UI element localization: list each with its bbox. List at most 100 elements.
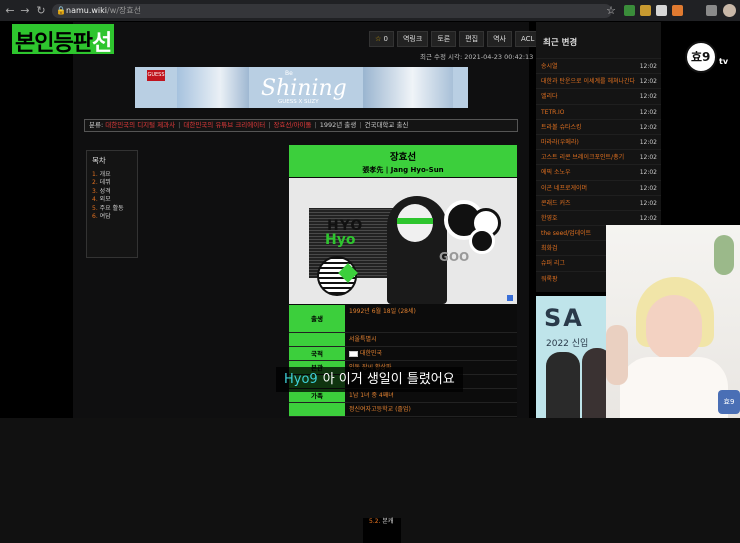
recent-change-title[interactable]: 에픽 소노우 [541,165,571,179]
toc-item[interactable]: 2. 데뷔 [92,179,132,187]
category-link[interactable]: 대한민국의 유튜브 크리에이터 [183,121,265,129]
bookmark-star-icon[interactable]: ☆ [604,4,618,18]
toc-item-number[interactable]: 6. [92,213,98,220]
webcam-watermark: 효9 [718,390,740,414]
infobox-row-key [289,403,345,416]
recent-change-item[interactable]: 트라볼 슈타스킹 12:02 [536,118,661,134]
toc-item-number[interactable]: 1. [92,171,98,178]
recent-change-title[interactable]: 콘래드 커즈 [541,196,571,210]
recent-change-time: 12:02 [639,93,657,101]
recent-change-item[interactable]: 이곤 네프로게이머 12:02 [536,179,661,195]
reload-icon[interactable]: ↻ [34,4,48,18]
webcam-overlay: 효9 [606,225,740,418]
recent-change-item[interactable]: 콘래드 커즈 12:02 [536,194,661,210]
recent-change-item[interactable]: 마라라(우메라) 12:02 [536,133,661,149]
infobox-row-value: 정신여자고등학교 (졸업) [345,403,517,416]
recent-change-item[interactable]: 대한과 탄운으로 이세계를 헤쳐나간다 12:02 [536,73,661,88]
recent-change-item[interactable]: 엘리다 12:02 [536,88,661,103]
recent-change-item[interactable]: TETR.IO 12:02 [536,103,661,119]
infobox-row-value-text[interactable]: 서울특별시 [349,336,377,343]
sidebar-ad-person [546,352,580,418]
forward-icon[interactable]: → [18,4,32,18]
category-separator: | [268,121,271,129]
toc-item-number[interactable]: 4. [92,196,98,203]
recent-change-title[interactable]: 대한과 탄운으로 이세계를 헤쳐나간다 [541,74,635,88]
recent-change-title[interactable]: 최화검 [541,241,558,255]
infobox-image[interactable]: HYO Hyo GOO [289,178,517,304]
extension-icon[interactable] [656,5,667,16]
toc-item[interactable]: 3. 성격 [92,188,132,196]
category-link[interactable]: 장효선/아이돌 [273,121,311,129]
toc-item-number[interactable]: 5.2. [369,518,380,525]
sidebar-title: 최근 변경 [543,38,578,48]
webcam-face [646,295,702,361]
back-icon[interactable]: ← [3,4,17,18]
extensions-puzzle-icon[interactable] [706,5,717,16]
extension-icon[interactable] [624,5,635,16]
recent-change-title[interactable]: 송시열 [541,59,558,73]
toc-item-label: 외모 [99,196,111,204]
recent-change-item[interactable]: 송시열 12:02 [536,58,661,73]
toc-item-label: 주요 활동 [99,204,124,212]
infobox-hanja: 張孝先 | Jang Hyo-Sun [362,166,444,174]
recent-change-title[interactable]: 고스트 리콘 브레이크포인트/총기 [541,150,624,164]
toc-item[interactable]: 5. 주요 활동 [92,205,132,213]
recent-change-time: 12:02 [639,78,657,86]
toc-item-number[interactable]: 3. [92,188,98,195]
discuss-button[interactable]: 토론 [431,31,457,47]
ad-model-image [177,67,249,108]
recent-change-time: 12:02 [639,214,657,222]
recent-change-title[interactable]: 엘리다 [541,89,558,103]
recent-change-time: 12:02 [639,169,657,177]
recent-change-item[interactable]: 고스트 리콘 브레이크포인트/총기 12:02 [536,149,661,164]
subtitle-text: 아 이거 생일이 틀렸어요 [322,372,455,387]
recent-change-title[interactable]: 워록팡 [541,272,558,286]
history-button[interactable]: 역사 [487,31,512,47]
banner-ad[interactable]: GUESS Be Shining GUESS X SUZY [135,67,468,108]
toc-item[interactable]: 5.2. 본캐 [363,518,402,543]
toc-item-number[interactable]: 2. [92,179,98,186]
infobox-row-value-text[interactable]: 대한민국 [360,350,382,357]
subtitle-tag: Hyo9 [284,372,318,387]
infobox-row-value-text[interactable]: 1992년 6월 18일 (28세) [349,308,416,315]
logo-main-text: 본인등판 [15,31,93,56]
infobox-row-key: 출생 [289,305,345,332]
toc-item-number[interactable]: 5. [92,205,98,212]
url-host: namu.wiki [66,6,107,15]
category-link[interactable]: 1992년 출생 [320,121,357,129]
infobox-row-value-text[interactable]: 1남 1녀 중 4째녀 [349,392,394,399]
extension-icon[interactable] [640,5,651,16]
category-separator: | [314,121,317,129]
browser-toolbar: ← → ↻ 🔒 namu.wiki/w/장효선 ☆ [0,0,740,22]
recent-change-title[interactable]: 마라라(우메라) [541,135,579,149]
webcam-body [620,357,728,418]
edit-button[interactable]: 편집 [459,31,485,47]
toc-item[interactable]: 6. 여담 [92,213,132,221]
recent-change-title[interactable]: 한영호 [541,211,558,225]
toc-item-label: 성격 [99,187,111,195]
image-circle [469,228,495,254]
infobox-header: 장효선 張孝先 | Jang Hyo-Sun [289,145,517,177]
recent-change-title[interactable]: the seed/업데이트 [541,226,591,240]
recent-change-item[interactable]: 한영호 12:02 [536,209,661,225]
infobox-row-value-text[interactable]: 정신여자고등학교 (졸업) [349,406,411,413]
recent-change-title[interactable]: 슈퍼 리그 [541,256,565,270]
toc-item[interactable]: 4. 외모 [92,196,132,204]
category-label: 분류: [89,121,104,129]
ad-subtext: GUESS X SUZY [278,99,319,105]
infobox-row-value: 대한민국 [345,347,517,360]
recent-change-title[interactable]: 트라볼 슈타스킹 [541,120,582,134]
infobox-row: 출생 1992년 6월 18일 (28세) [289,305,517,333]
profile-avatar[interactable] [723,4,736,17]
backlink-button[interactable]: 역링크 [396,31,429,47]
toc-item-label: 데뷔 [99,179,111,187]
recent-change-item[interactable]: 에픽 소노우 12:02 [536,164,661,179]
recent-change-title[interactable]: 이곤 네프로게이머 [541,181,587,195]
category-link[interactable]: 대한민국의 디지털 제과사 [105,121,175,129]
extension-icon[interactable] [672,5,683,16]
address-bar[interactable]: 🔒 namu.wiki/w/장효선 [52,4,612,18]
recent-change-title[interactable]: TETR.IO [541,105,564,119]
category-link[interactable]: 건국대학교 출신 [364,121,408,129]
star-button[interactable]: ☆ 0 [369,31,394,47]
report-icon[interactable] [507,295,513,301]
